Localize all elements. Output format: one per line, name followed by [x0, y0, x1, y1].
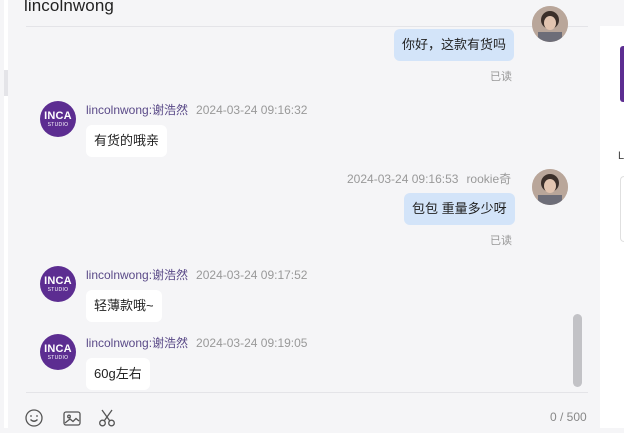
message-time: 2024-03-24 09:19:05	[196, 336, 308, 350]
shop-avatar[interactable]: INCA STUDIO	[40, 101, 76, 137]
sender-name: rookie奇	[466, 172, 512, 186]
scissors-icon[interactable]	[97, 408, 117, 428]
avatar-logo-text: INCA	[44, 274, 72, 287]
shop-avatar[interactable]: INCA STUDIO	[40, 334, 76, 370]
shop-avatar[interactable]: INCA STUDIO	[40, 266, 76, 302]
header-divider	[26, 26, 588, 27]
message-bubble-incoming[interactable]: 有货的哦亲	[86, 125, 168, 157]
character-counter: 0 / 500	[550, 410, 587, 424]
message-bubble-incoming[interactable]: 60g左右	[86, 358, 150, 390]
message-meta: 2024-03-24 09:16:53 rookie奇	[347, 170, 511, 187]
sender-name: lincolnwong:谢浩然	[86, 268, 189, 282]
avatar-logo-text: INCA	[44, 342, 72, 355]
side-panel-accent[interactable]	[620, 46, 624, 102]
message-bubble-incoming[interactable]: 轻薄款哦~	[86, 290, 162, 322]
left-edge	[4, 0, 8, 428]
input-divider	[26, 392, 588, 393]
message-time: 2024-03-24 09:16:53	[347, 172, 459, 186]
message-meta: lincolnwong:谢浩然 2024-03-24 09:19:05	[86, 334, 307, 351]
read-status: 已读	[490, 235, 512, 247]
sender-name: lincolnwong:谢浩然	[86, 103, 189, 117]
avatar-logo-subtext: STUDIO	[47, 286, 69, 293]
side-panel-card[interactable]	[620, 176, 624, 242]
avatar-logo-subtext: STUDIO	[47, 121, 69, 128]
sender-name: lincolnwong:谢浩然	[86, 336, 189, 350]
avatar-logo-text: INCA	[44, 109, 72, 122]
scrollbar-thumb[interactable]	[573, 314, 582, 387]
avatar-logo-subtext: STUDIO	[47, 354, 69, 361]
message-time: 2024-03-24 09:17:52	[196, 268, 308, 282]
user-avatar[interactable]	[532, 169, 568, 205]
left-edge-marker	[4, 70, 8, 96]
message-meta: lincolnwong:谢浩然 2024-03-24 09:17:52	[86, 266, 307, 283]
read-status: 已读	[490, 71, 512, 83]
message-bubble-outgoing[interactable]: 你好，这款有货吗	[394, 29, 515, 61]
message-meta: lincolnwong:谢浩然 2024-03-24 09:16:32	[86, 101, 307, 118]
side-panel-label: L	[618, 150, 624, 162]
conversation-title: lincolnwong	[24, 0, 114, 15]
image-icon[interactable]	[62, 408, 82, 428]
chat-window: lincolnwong 你好，这款有货吗 已读 INCA STUDIO linc…	[4, 0, 596, 428]
emoji-icon[interactable]	[24, 408, 44, 428]
user-avatar[interactable]	[532, 6, 568, 42]
message-time: 2024-03-24 09:16:32	[196, 103, 308, 117]
message-bubble-outgoing[interactable]: 包包 重量多少呀	[404, 193, 515, 225]
